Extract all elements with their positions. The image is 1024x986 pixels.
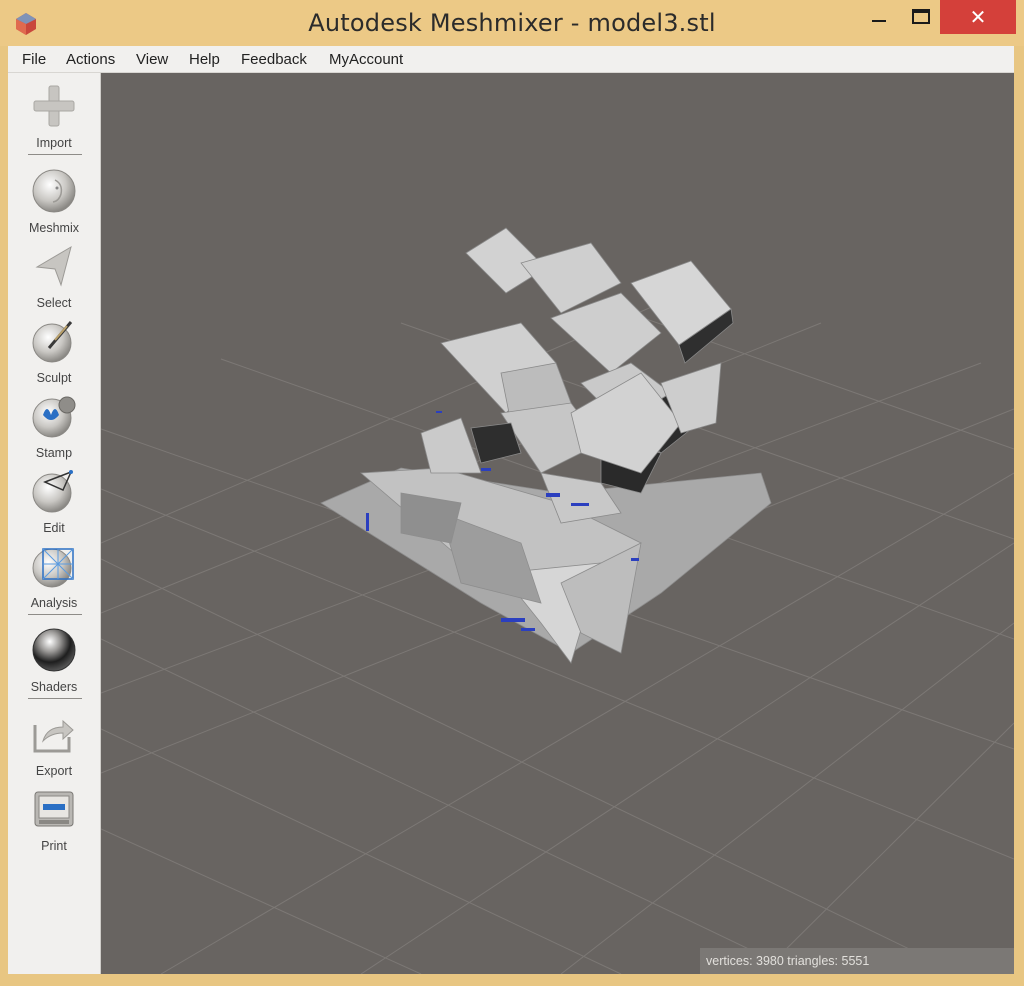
minimize-button[interactable] — [856, 0, 902, 34]
tool-shaders[interactable]: Shaders — [8, 627, 100, 694]
3d-viewport[interactable] — [101, 73, 1014, 974]
app-window: Autodesk Meshmixer - model3.stl ✕ File A… — [0, 0, 1024, 986]
tool-label: Import — [36, 136, 72, 150]
menu-help[interactable]: Help — [189, 51, 220, 68]
tool-print[interactable]: Print — [8, 786, 100, 853]
tool-sculpt[interactable]: Sculpt — [8, 318, 100, 385]
tool-sidebar: Import Meshmix Select Sculpt Stamp Edit … — [8, 73, 101, 974]
tool-import[interactable]: Import — [8, 83, 100, 150]
divider — [28, 614, 82, 615]
maximize-button[interactable] — [898, 0, 944, 34]
stamp-sphere-icon — [32, 396, 76, 438]
menu-myaccount[interactable]: MyAccount — [329, 51, 403, 68]
status-bar: vertices: 3980 triangles: 5551 — [700, 948, 1014, 974]
maximize-icon — [912, 9, 930, 24]
brush-sphere-icon — [32, 321, 73, 363]
minimize-icon — [872, 20, 886, 22]
close-icon: ✕ — [969, 6, 987, 29]
title-bar[interactable]: Autodesk Meshmixer - model3.stl ✕ — [0, 0, 1024, 46]
arrow-cursor-icon — [35, 245, 72, 287]
tool-label: Analysis — [30, 596, 78, 610]
divider — [28, 154, 82, 155]
mesh-model — [320, 227, 772, 664]
menu-view[interactable]: View — [136, 51, 168, 68]
plus-icon — [33, 85, 75, 127]
shader-sphere-icon — [32, 628, 76, 672]
window-border — [0, 974, 1024, 986]
tool-analysis[interactable]: Analysis — [8, 543, 100, 610]
tool-export[interactable]: Export — [8, 711, 100, 778]
tool-label: Stamp — [35, 446, 73, 460]
tool-label: Shaders — [30, 680, 78, 694]
printer-icon — [34, 791, 74, 827]
menu-actions[interactable]: Actions — [66, 51, 115, 68]
tool-label: Export — [35, 764, 73, 778]
menu-bar: File Actions View Help Feedback MyAccoun… — [8, 46, 1014, 73]
divider — [28, 698, 82, 699]
tool-label: Print — [41, 839, 67, 853]
tool-meshmix[interactable]: Meshmix — [8, 168, 100, 235]
tool-edit[interactable]: Edit — [8, 468, 100, 535]
face-sphere-icon — [32, 169, 76, 213]
menu-file[interactable]: File — [22, 51, 46, 68]
tool-label: Meshmix — [28, 221, 79, 235]
edit-sphere-icon — [32, 470, 73, 513]
tool-label: Sculpt — [36, 371, 72, 385]
tool-label: Edit — [43, 521, 65, 535]
export-icon — [33, 719, 74, 753]
analysis-sphere-icon — [32, 548, 74, 588]
tool-select[interactable]: Select — [8, 243, 100, 310]
tool-stamp[interactable]: Stamp — [8, 393, 100, 460]
close-button[interactable]: ✕ — [940, 0, 1016, 34]
menu-feedback[interactable]: Feedback — [241, 51, 307, 68]
tool-label: Select — [36, 296, 72, 310]
